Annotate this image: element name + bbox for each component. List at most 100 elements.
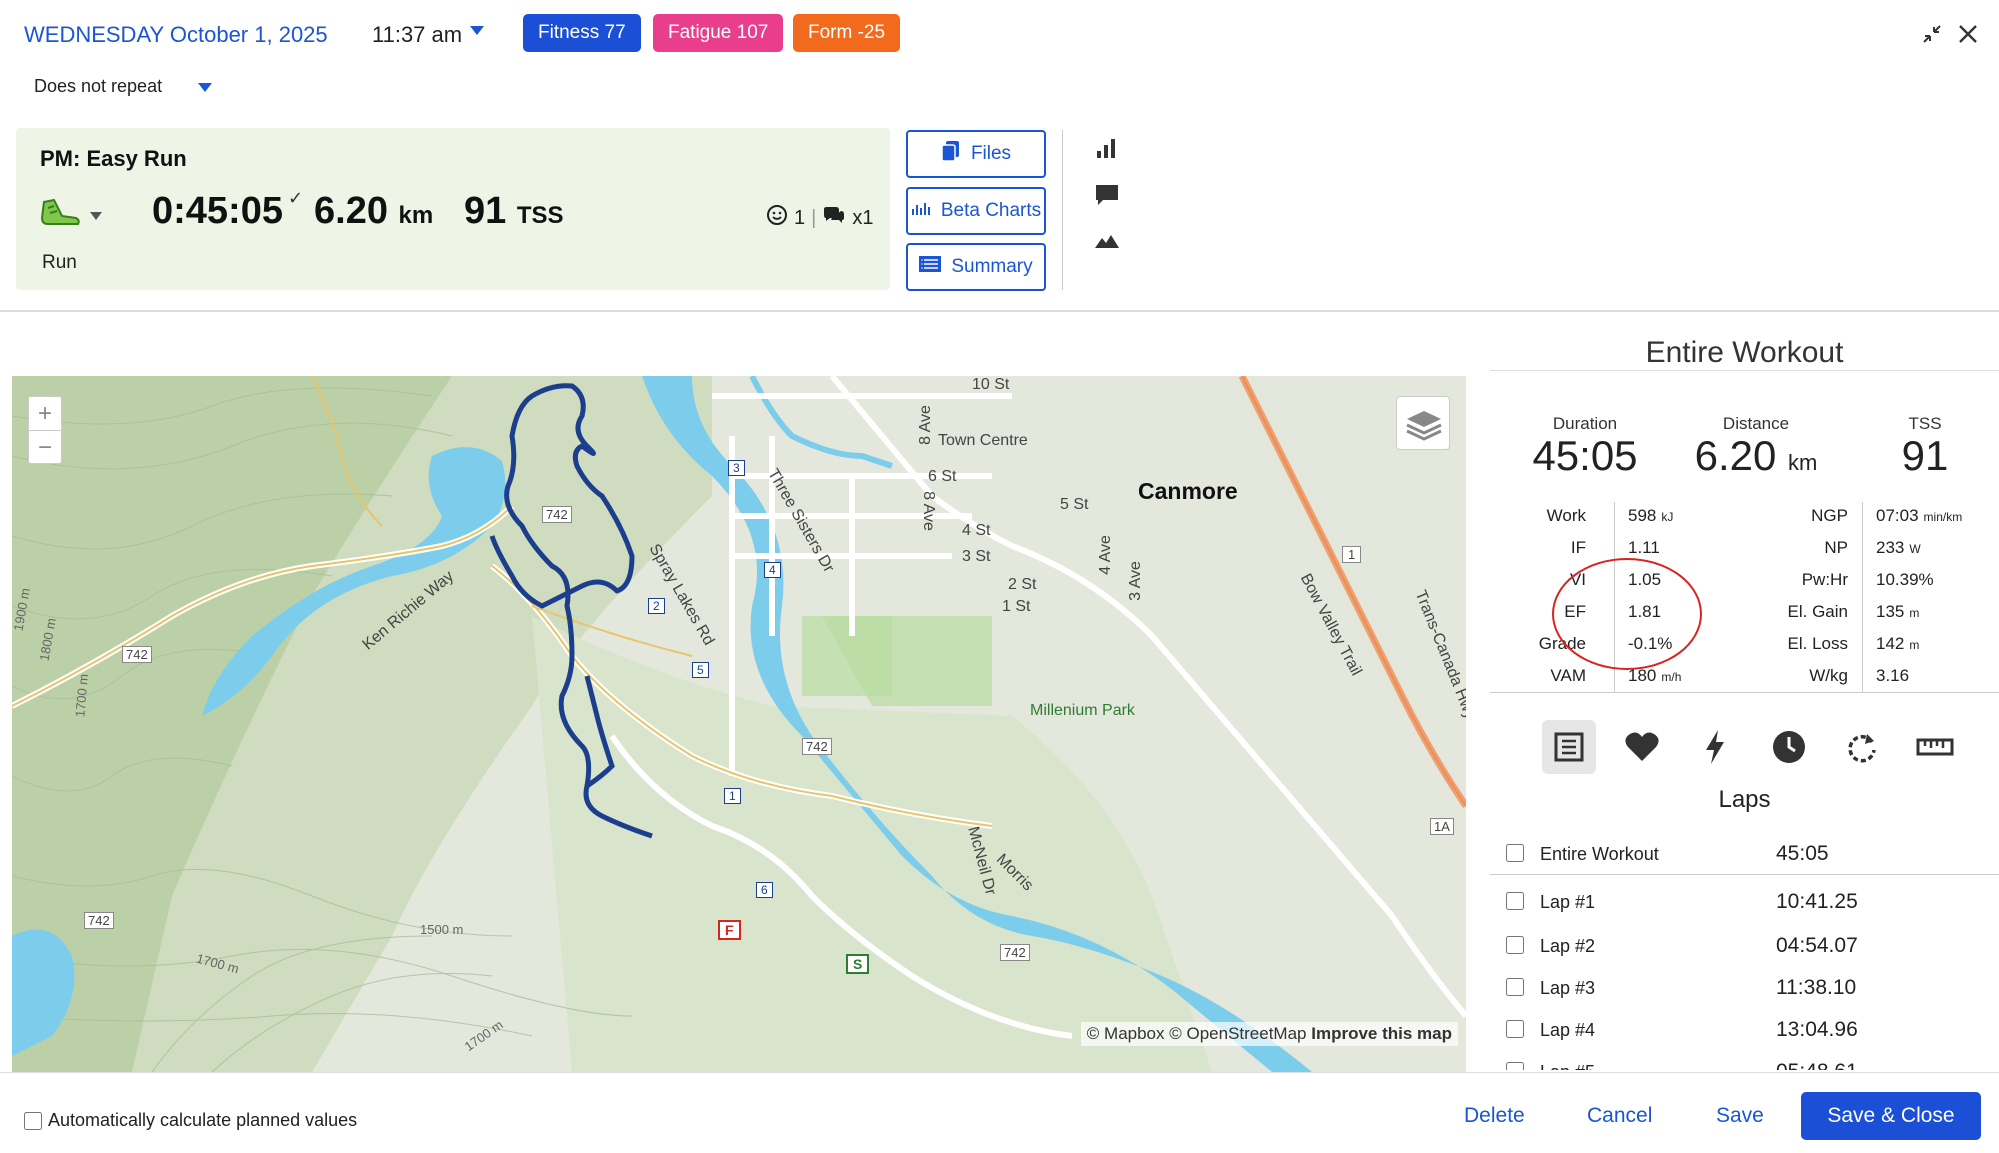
save-close-button[interactable]: Save & Close (1801, 1092, 1981, 1140)
running-shoe-icon[interactable] (38, 194, 82, 230)
comments-icon (822, 205, 846, 231)
route-map[interactable]: + − Canmore Town Centre 10 St 8 Ave 6 St… (12, 376, 1466, 1072)
metric-value: 1.11 (1628, 538, 1748, 558)
park-label: Millenium Park (1030, 702, 1135, 719)
beta-charts-button[interactable]: Beta Charts (906, 187, 1046, 235)
panel-separator (1490, 370, 1999, 371)
workout-tss[interactable]: 91 TSS (464, 190, 564, 233)
ruler-icon[interactable] (1908, 720, 1962, 774)
metric-label: El. Gain (1787, 602, 1848, 621)
distance-number: 6.20 (1694, 432, 1777, 479)
lap-checkbox[interactable] (1506, 978, 1524, 996)
metric-value: 3.16 (1876, 666, 1996, 686)
workout-summary-card: PM: Easy Run 0:45:05 ✓ 6.20 km 91 TSS 1 … (16, 128, 890, 290)
duration-value: 45:05 (1532, 432, 1638, 479)
workout-date[interactable]: WEDNESDAY October 1, 2025 (24, 22, 328, 48)
save-button[interactable]: Save (1716, 1092, 1764, 1140)
files-button[interactable]: Files (906, 130, 1046, 178)
summary-label: Summary (951, 256, 1033, 277)
auto-calculate-checkbox[interactable] (24, 1111, 42, 1130)
list-icon[interactable] (1542, 720, 1596, 774)
close-icon[interactable] (1956, 22, 1980, 53)
metric-value: 07:03 min/km (1876, 506, 1996, 526)
sport-label: Run (42, 252, 77, 273)
time-dropdown-caret-icon[interactable] (470, 26, 484, 35)
metric-label: IF (1570, 538, 1586, 557)
workout-time[interactable]: 11:37 am (372, 22, 462, 48)
finish-marker[interactable]: F (718, 920, 741, 940)
start-marker[interactable]: S (846, 954, 870, 974)
chart-icon (911, 199, 931, 223)
lap-time: 11:38.10 (1776, 976, 1857, 999)
sport-caret-icon[interactable] (90, 212, 102, 220)
highway-shield: 742 (542, 506, 572, 523)
attribution-text[interactable]: © Mapbox © OpenStreetMap (1087, 1024, 1307, 1043)
improve-map-link[interactable]: Improve this map (1311, 1024, 1452, 1043)
zoom-in-button[interactable]: + (29, 397, 61, 431)
lap-marker[interactable]: 5 (692, 662, 709, 678)
duration-stat: Duration 45:05 (1530, 414, 1640, 480)
cancel-button[interactable]: Cancel (1587, 1092, 1652, 1140)
lap-checkbox[interactable] (1506, 892, 1524, 910)
map-label: 6 St (928, 468, 957, 485)
lap-row-entire[interactable]: Entire Workout 45:05 (1506, 838, 1996, 878)
bar-chart-icon[interactable] (1094, 136, 1120, 162)
metric-number: 135 (1876, 602, 1905, 621)
layers-icon[interactable] (1396, 396, 1450, 450)
lap-checkbox[interactable] (1506, 1020, 1524, 1038)
collapse-icon[interactable] (1920, 22, 1944, 53)
lap-marker[interactable]: 6 (756, 882, 773, 898)
laps-separator (1490, 874, 1999, 875)
zoom-control[interactable]: + − (28, 396, 62, 464)
map-label: 3 St (962, 548, 991, 565)
fatigue-badge: Fatigue 107 (653, 14, 784, 52)
metric-unit: m (1909, 606, 1920, 620)
lap-checkbox[interactable] (1506, 1062, 1524, 1070)
map-attribution[interactable]: © Mapbox © OpenStreetMap Improve this ma… (1080, 1022, 1458, 1046)
workout-duration[interactable]: 0:45:05 (152, 190, 283, 233)
tss-label: TSS (1908, 414, 1942, 433)
lap-row[interactable]: Lap #4 13:04.96 (1506, 1014, 1996, 1054)
feel-comments[interactable]: 1 | x1 (766, 204, 873, 232)
grid-line (1862, 502, 1863, 692)
smiley-icon (766, 204, 788, 232)
map-label: 4 Ave (1096, 535, 1114, 575)
lap-name: Lap #1 (1540, 892, 1596, 912)
lap-row[interactable]: Lap #1 10:41.25 (1506, 886, 1996, 926)
map-label: 10 St (972, 376, 1010, 393)
repeat-caret-icon[interactable] (198, 83, 212, 92)
metric-value: 233 W (1876, 538, 1996, 558)
lap-checkbox[interactable] (1506, 936, 1524, 954)
beta-charts-label: Beta Charts (940, 200, 1042, 221)
repeat-select[interactable]: Does not repeat (34, 76, 162, 97)
rotate-icon[interactable] (1835, 720, 1889, 774)
lap-row[interactable]: Lap #3 11:38.10 (1506, 972, 1996, 1012)
distance-value: 6.20 km (1686, 432, 1826, 480)
lap-marker[interactable]: 4 (764, 562, 781, 578)
lap-row[interactable]: Lap #5 05:48.61 (1506, 1056, 1996, 1070)
lightning-icon[interactable] (1688, 720, 1742, 774)
panel-title: Entire Workout (1645, 336, 1844, 369)
tss-value: 91 (1901, 432, 1949, 479)
delete-button[interactable]: Delete (1464, 1092, 1525, 1140)
comment-icon[interactable] (1094, 182, 1120, 208)
lap-marker[interactable]: 1 (724, 788, 741, 804)
zoom-out-button[interactable]: − (29, 431, 61, 465)
lap-time: 45:05 (1776, 842, 1829, 865)
auto-calculate-option[interactable]: Automatically calculate planned values (24, 1110, 357, 1131)
workout-title[interactable]: PM: Easy Run (40, 146, 187, 172)
files-icon (941, 140, 961, 168)
lap-row[interactable]: Lap #2 04:54.07 (1506, 930, 1996, 970)
lap-marker[interactable]: 3 (728, 460, 745, 476)
summary-button[interactable]: Summary (906, 243, 1046, 291)
metric-value: 598 kJ (1628, 506, 1748, 526)
highway-shield: 1 (1342, 546, 1362, 563)
clock-icon[interactable] (1762, 720, 1816, 774)
lap-name: Entire Workout (1540, 844, 1659, 864)
lap-checkbox[interactable] (1506, 844, 1524, 862)
workout-distance[interactable]: 6.20 km (314, 190, 433, 233)
elevation-icon[interactable] (1094, 228, 1120, 254)
lap-marker[interactable]: 2 (648, 598, 665, 614)
map-label: 8 Ave (916, 405, 934, 445)
heart-icon[interactable] (1615, 720, 1669, 774)
